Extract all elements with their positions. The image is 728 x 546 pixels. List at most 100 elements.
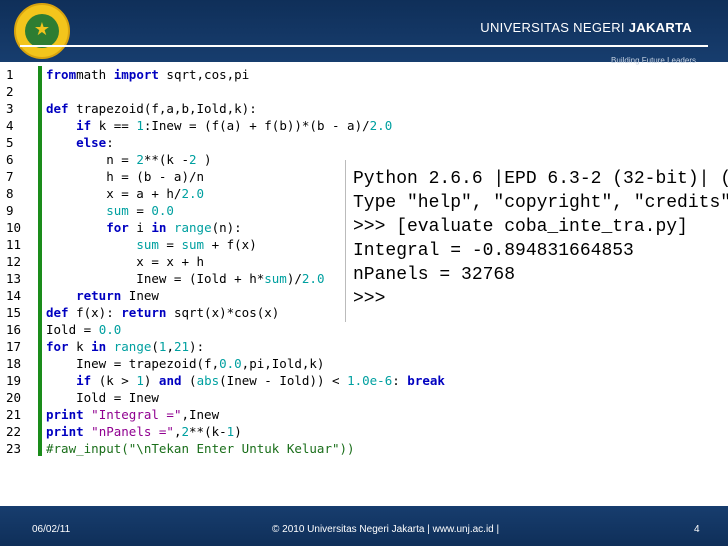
python-shell-output: Python 2.6.6 |EPD 6.3-2 (32-bit)| (n Typ… (345, 160, 728, 322)
university-prefix: UNIVERSITAS NEGERI (480, 20, 625, 35)
code-token: 21 (173, 339, 190, 354)
code-token: Inew = (Iold + h* (46, 271, 265, 286)
code-line: 17 for k in range(1,21): (0, 338, 728, 355)
header-tagline: Building Future Leaders (611, 56, 696, 65)
line-number: 18 (6, 356, 22, 371)
code-line: 22 print "nPanels =",2**(k-1) (0, 423, 728, 440)
line-number: 23 (6, 441, 22, 456)
line-number: 11 (6, 237, 22, 252)
code-text: x = x + h (46, 253, 204, 270)
code-token: , (173, 424, 182, 439)
code-token: ,pi,Iold,k) (241, 356, 325, 371)
code-line: 16 Iold = 0.0 (0, 321, 728, 338)
code-token: Iold = (46, 322, 99, 337)
line-number: 6 (6, 152, 14, 167)
code-token: )/ (286, 271, 302, 286)
code-token: 2 (136, 152, 144, 167)
shell-prompt: >>> (353, 289, 386, 309)
code-token: : (392, 373, 408, 388)
code-text: Inew = trapezoid(f,0.0,pi,Iold,k) (46, 355, 324, 372)
university-logo: ★ (14, 3, 70, 59)
code-token: and (158, 373, 182, 388)
code-token: print (46, 424, 84, 439)
university-name: UNIVERSITAS NEGERI JAKARTA (480, 20, 692, 35)
code-token: from (46, 67, 77, 82)
line-number: 10 (6, 220, 22, 235)
star-icon: ★ (33, 19, 51, 40)
line-number: 22 (6, 424, 22, 439)
code-token: ) (196, 152, 212, 167)
shell-line: nPanels = 32768 (353, 265, 516, 285)
code-token: + f(x) (204, 237, 257, 252)
code-token: 0.0 (151, 203, 174, 218)
code-text: Iold = Inew (46, 389, 159, 406)
code-token: for (46, 339, 69, 354)
code-line: 3 def trapezoid(f,a,b,Iold,k): (0, 100, 728, 117)
code-token: return (76, 288, 122, 303)
code-token: k (68, 339, 92, 354)
line-number: 13 (6, 271, 22, 286)
code-text: for i in range(n): (46, 219, 242, 236)
line-number: 3 (6, 101, 14, 116)
code-text: sum = sum + f(x) (46, 236, 257, 253)
line-number: 2 (6, 84, 14, 99)
code-token: = (128, 203, 152, 218)
code-token: : (106, 135, 114, 150)
header-divider (20, 45, 708, 47)
code-text: return Inew (46, 287, 159, 304)
code-token: f(x): (68, 305, 122, 320)
code-token: **(k - (143, 152, 189, 167)
code-token: "nPanels =" (91, 424, 174, 439)
code-token: Iold = Inew (46, 390, 159, 405)
code-token: return (121, 305, 167, 320)
line-number: 20 (6, 390, 22, 405)
code-token: for (106, 220, 129, 235)
code-token: , (166, 339, 174, 354)
line-number: 14 (6, 288, 22, 303)
code-token: = (158, 237, 182, 252)
code-text: frommath import sqrt,cos,pi (46, 66, 249, 83)
code-line: 23 #raw_input("\nTekan Enter Untuk Keluar… (0, 440, 728, 457)
footer-date: 06/02/11 (32, 524, 71, 535)
code-line: 21 print "Integral =",Inew (0, 406, 728, 423)
logo-emblem-icon: ★ (25, 14, 59, 48)
code-text: else: (46, 134, 114, 151)
code-token: if (76, 373, 92, 388)
code-token: sqrt(x)*cos(x) (166, 305, 280, 320)
code-token: import (113, 67, 159, 82)
code-token: 0.0 (219, 356, 242, 371)
code-token: ) (234, 424, 242, 439)
code-token: ( (181, 373, 197, 388)
code-token: x = x + h (46, 254, 205, 269)
code-text: h = (b - a)/n (46, 168, 204, 185)
code-token: 2 (181, 424, 190, 439)
code-text: for k in range(1,21): (46, 338, 204, 355)
code-text: print "Integral =",Inew (46, 406, 219, 423)
code-token: :Inew = (f(a) + f(b))*(b - a)/ (143, 118, 370, 133)
code-token: sum (106, 203, 129, 218)
line-number: 9 (6, 203, 14, 218)
code-token: "Integral =" (91, 407, 182, 422)
shell-line: Type "help", "copyright", "credits" (353, 193, 728, 213)
code-text: Iold = 0.0 (46, 321, 121, 338)
code-token: def (46, 101, 69, 116)
code-text: n = 2**(k -2 ) (46, 151, 212, 168)
code-token: range (113, 339, 152, 354)
code-text: if k == 1:Inew = (f(a) + f(b))*(b - a)/2… (46, 117, 392, 134)
code-line: 19 if (k > 1) and (abs(Inew - Iold)) < 1… (0, 372, 728, 389)
code-text: if (k > 1) and (abs(Inew - Iold)) < 1.0e… (46, 372, 445, 389)
line-number: 8 (6, 186, 14, 201)
code-token: 2 (189, 152, 197, 167)
code-token: def (46, 305, 69, 320)
code-token: sum (181, 237, 205, 252)
code-token: k == (91, 118, 137, 133)
slide-header: ★ UNIVERSITAS NEGERI JAKARTA Building Fu… (0, 0, 728, 65)
shell-line: >>> [evaluate coba_inte_tra.py] (353, 217, 688, 237)
code-token: (n): (211, 220, 242, 235)
code-token: ,Inew (181, 407, 220, 422)
code-token: sum (264, 271, 287, 286)
code-token: Inew = trapezoid(f, (46, 356, 220, 371)
line-number: 5 (6, 135, 14, 150)
code-text: Inew = (Iold + h*sum)/2.0 (46, 270, 324, 287)
